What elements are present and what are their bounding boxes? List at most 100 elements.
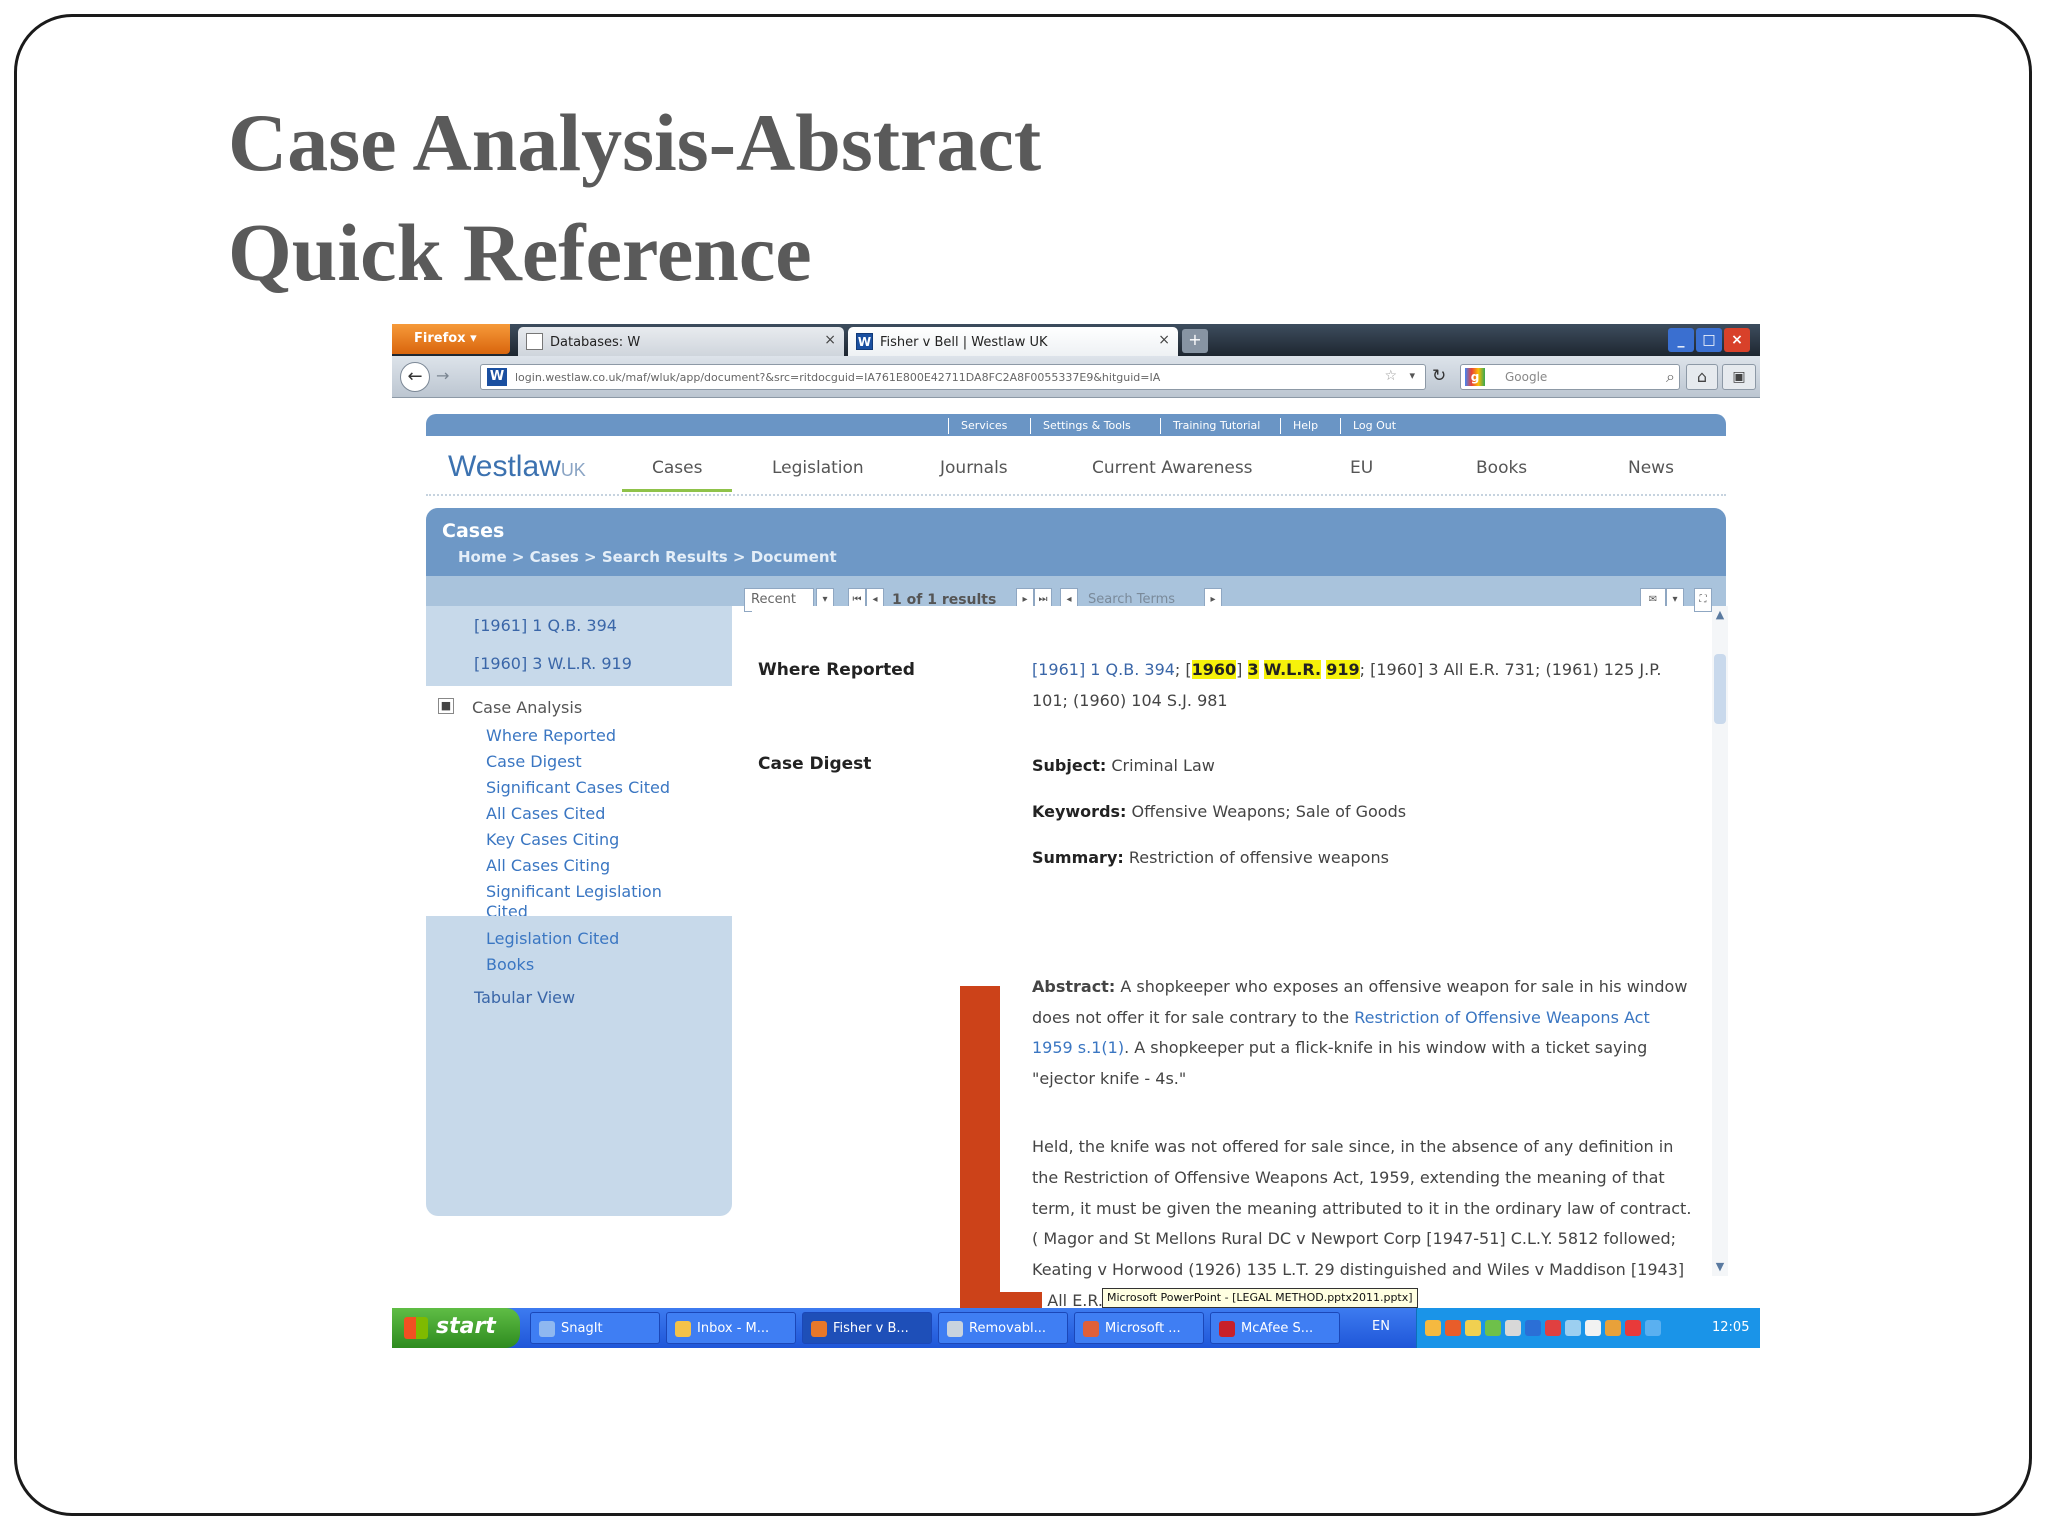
where-reported-text: [1961] 1 Q.B. 394; [1960] 3 W.L.R. 919; …: [1032, 660, 1662, 710]
url-bar[interactable]: W login.westlaw.co.uk/maf/wluk/app/docum…: [480, 364, 1426, 390]
minimize-icon[interactable]: _: [1668, 328, 1694, 352]
forward-arrow-icon[interactable]: →: [436, 366, 449, 385]
westlaw-page: Services Settings & Tools Training Tutor…: [392, 398, 1760, 1334]
tray-icon[interactable]: [1485, 1320, 1501, 1336]
westlaw-logo[interactable]: WestlawUK: [448, 450, 586, 484]
tab-label: Databases: W: [550, 335, 641, 350]
tab-close-icon[interactable]: ×: [824, 332, 836, 348]
highlighted-term: 919: [1326, 660, 1360, 679]
tray-icon[interactable]: [1525, 1320, 1541, 1336]
sublink-significant-cases-cited[interactable]: Significant Cases Cited: [486, 778, 670, 798]
utility-bar: Services Settings & Tools Training Tutor…: [426, 414, 1726, 436]
nav-legislation[interactable]: Legislation: [772, 458, 864, 478]
language-indicator[interactable]: EN: [1372, 1319, 1390, 1334]
bookmark-star-icon[interactable]: ☆: [1384, 368, 1397, 384]
sublink-key-cases-citing[interactable]: Key Cases Citing: [486, 830, 619, 850]
taskbar-powerpoint[interactable]: Microsoft ...: [1074, 1312, 1204, 1344]
firefox-menu-button[interactable]: Firefox ▾: [392, 324, 510, 354]
tab-databases[interactable]: Databases: W ×: [518, 327, 844, 356]
citation-link[interactable]: [1960] 3 W.L.R. 919: [474, 654, 632, 673]
reload-icon[interactable]: ↻: [1432, 366, 1446, 386]
breadcrumb-bar: Cases Home > Cases > Search Results > Do…: [426, 508, 1726, 576]
section-title: Cases: [442, 520, 505, 542]
taskbar-mcafee[interactable]: McAfee S...: [1210, 1312, 1340, 1344]
taskbar-snagit[interactable]: SnagIt: [530, 1312, 660, 1344]
home-icon[interactable]: ⌂: [1686, 364, 1718, 390]
clock[interactable]: 12:05: [1712, 1320, 1749, 1335]
tray-icon[interactable]: [1565, 1320, 1581, 1336]
abstract-paragraph: Abstract: A shopkeeper who exposes an of…: [1032, 977, 1688, 1088]
maximize-icon[interactable]: □: [1696, 328, 1722, 352]
citation-link[interactable]: [1961] 1 Q.B. 394: [1032, 660, 1175, 679]
slide-title-line2: Quick Reference: [228, 207, 812, 298]
window-close-icon[interactable]: ×: [1724, 328, 1750, 352]
case-digest-label: Case Digest: [758, 754, 872, 774]
scroll-thumb[interactable]: [1714, 654, 1726, 724]
tab-close-icon[interactable]: ×: [1158, 332, 1170, 348]
left-nav-lower: [426, 916, 732, 1216]
browser-screenshot: Firefox ▾ Databases: W × W Fisher v Bell…: [392, 324, 1760, 1352]
tab-fisher-v-bell[interactable]: W Fisher v Bell | Westlaw UK ×: [848, 327, 1178, 356]
tray-icon[interactable]: [1585, 1320, 1601, 1336]
util-settings[interactable]: Settings & Tools: [1030, 418, 1131, 434]
sublink-legislation-cited[interactable]: Legislation Cited: [486, 929, 619, 949]
tray-icon[interactable]: [1605, 1320, 1621, 1336]
citation-list: [1961] 1 Q.B. 394 [1960] 3 W.L.R. 919: [426, 606, 732, 686]
search-icon[interactable]: ⌕: [1666, 367, 1675, 387]
scroll-up-icon[interactable]: ▲: [1712, 608, 1728, 624]
tabular-view-link[interactable]: Tabular View: [474, 988, 575, 1007]
tray-icon[interactable]: [1445, 1320, 1461, 1336]
util-logout[interactable]: Log Out: [1340, 418, 1396, 434]
windows-logo-icon: [404, 1317, 428, 1339]
back-arrow-icon[interactable]: ←: [400, 362, 430, 392]
search-engine-placeholder: Google: [1505, 370, 1548, 384]
util-help[interactable]: Help: [1280, 418, 1318, 434]
highlighted-term: W.L.R.: [1263, 660, 1322, 679]
nav-eu[interactable]: EU: [1350, 458, 1373, 478]
util-training[interactable]: Training Tutorial: [1160, 418, 1260, 434]
left-navigation: [1961] 1 Q.B. 394 [1960] 3 W.L.R. 919 ■ …: [426, 606, 732, 1276]
sublink-all-cases-citing[interactable]: All Cases Citing: [486, 856, 610, 876]
breadcrumb[interactable]: Home > Cases > Search Results > Document: [458, 548, 837, 566]
powerpoint-icon: [1083, 1321, 1099, 1337]
url-text: login.westlaw.co.uk/maf/wluk/app/documen…: [515, 371, 1161, 384]
tray-icon[interactable]: [1545, 1320, 1561, 1336]
sublink-books[interactable]: Books: [486, 955, 534, 975]
google-icon: g: [1465, 368, 1485, 386]
search-engine-input[interactable]: g Google ⌕: [1460, 364, 1680, 390]
url-dropdown-icon[interactable]: ▾: [1409, 369, 1415, 382]
citation-link[interactable]: [1961] 1 Q.B. 394: [474, 616, 617, 635]
system-tray: [1416, 1308, 1760, 1348]
nav-cases[interactable]: Cases: [621, 458, 734, 492]
taskbar-removable[interactable]: Removabl...: [938, 1312, 1068, 1344]
nav-news[interactable]: News: [1628, 458, 1674, 478]
new-tab-button[interactable]: +: [1182, 329, 1208, 353]
tray-icon[interactable]: [1625, 1320, 1641, 1336]
util-services[interactable]: Services: [948, 418, 1007, 434]
tray-icon[interactable]: [1505, 1320, 1521, 1336]
taskbar-firefox[interactable]: Fisher v B...: [802, 1312, 932, 1344]
tray-icon[interactable]: [1645, 1320, 1661, 1336]
mail-icon: [675, 1321, 691, 1337]
nav-journals[interactable]: Journals: [940, 458, 1008, 478]
browser-nav-bar: ← → W login.westlaw.co.uk/maf/wluk/app/d…: [392, 356, 1760, 398]
tray-icon[interactable]: [1465, 1320, 1481, 1336]
scroll-down-icon[interactable]: ▼: [1712, 1260, 1728, 1276]
browser-tab-bar: Firefox ▾ Databases: W × W Fisher v Bell…: [392, 324, 1760, 356]
page-icon: [526, 333, 543, 350]
sublink-where-reported[interactable]: Where Reported: [486, 726, 616, 746]
search-terms-label: Search Terms: [1088, 592, 1176, 607]
nav-current-awareness[interactable]: Current Awareness: [1092, 458, 1253, 478]
start-button[interactable]: start: [392, 1308, 520, 1348]
taskbar-inbox[interactable]: Inbox - M...: [666, 1312, 796, 1344]
sublink-all-cases-cited[interactable]: All Cases Cited: [486, 804, 605, 824]
tray-icon[interactable]: [1425, 1320, 1441, 1336]
nav-books[interactable]: Books: [1476, 458, 1527, 478]
fullscreen-icon[interactable]: ⛶: [1694, 588, 1712, 612]
case-analysis-heading[interactable]: Case Analysis: [472, 698, 582, 717]
snagit-icon: [539, 1321, 555, 1337]
extension-icon[interactable]: ▣: [1722, 364, 1756, 390]
nav-divider: [426, 494, 1726, 496]
sublink-case-digest[interactable]: Case Digest: [486, 752, 582, 772]
collapse-icon[interactable]: ■: [438, 698, 454, 714]
